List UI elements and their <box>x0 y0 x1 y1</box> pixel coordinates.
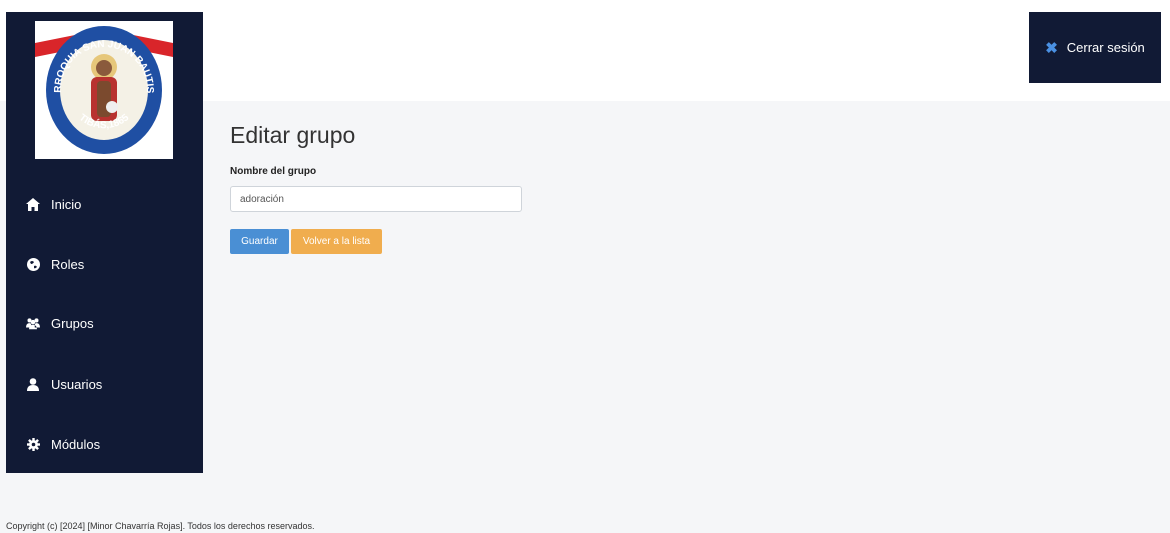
page-title: Editar grupo <box>230 122 356 148</box>
user-icon <box>26 377 40 391</box>
sidebar-item-label: Módulos <box>51 436 101 452</box>
users-icon <box>26 316 40 330</box>
group-name-label: Nombre del grupo <box>230 166 317 177</box>
sidebar-item-label: Grupos <box>51 315 94 331</box>
logout-button[interactable]: ✖ Cerrar sesión <box>1029 12 1161 83</box>
sidebar-item-label: Usuarios <box>51 376 103 392</box>
sidebar-item-label: Roles <box>51 256 85 272</box>
group-name-input[interactable] <box>230 186 522 212</box>
logout-label: Cerrar sesión <box>1066 40 1145 55</box>
sidebar-item-usuarios[interactable]: Usuarios <box>6 364 203 404</box>
parish-logo: PARROQUIA SAN JUAN BAUTISTA TIBÁS,1865 <box>35 21 173 159</box>
home-icon <box>26 197 40 211</box>
save-button[interactable]: Guardar <box>230 229 289 254</box>
close-icon: ✖ <box>1045 39 1058 57</box>
sidebar-item-modulos[interactable]: Módulos <box>6 424 203 464</box>
sidebar-item-roles[interactable]: Roles <box>6 244 203 284</box>
globe-icon <box>26 257 40 271</box>
sidebar-item-inicio[interactable]: Inicio <box>6 184 203 224</box>
sidebar-item-grupos[interactable]: Grupos <box>6 303 203 343</box>
gear-icon <box>26 437 40 451</box>
back-to-list-button[interactable]: Volver a la lista <box>291 229 382 254</box>
sidebar: PARROQUIA SAN JUAN BAUTISTA TIBÁS,1865 I… <box>6 12 203 473</box>
parish-seal-image: PARROQUIA SAN JUAN BAUTISTA TIBÁS,1865 <box>35 21 173 154</box>
sidebar-item-label: Inicio <box>51 196 82 212</box>
footer-copyright: Copyright (c) [2024] [Minor Chavarría Ro… <box>6 521 315 531</box>
